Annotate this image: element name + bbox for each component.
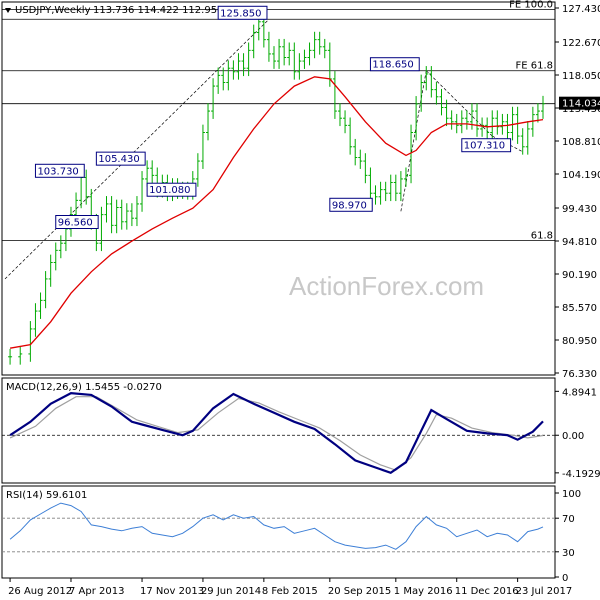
price-label-7: 107.310 [464, 141, 505, 152]
watermark: ActionForex.com [289, 271, 484, 301]
chart-canvas: USDJPY,Weekly 113.736 114.422 112.950 11… [1, 0, 600, 597]
price-y-tick-label-6: 99.430 [562, 204, 597, 215]
macd-y-tick-label-1: 0.00 [562, 431, 584, 442]
price-y-tick-label-2: 118.050 [562, 71, 600, 82]
x-tick-label-1: 7 Apr 2013 [69, 586, 124, 597]
price-y-tick-label-9: 85.570 [562, 303, 597, 314]
price-label-5: 96.560 [58, 218, 93, 229]
price-label-1: 118.650 [372, 60, 413, 71]
x-tick-label-7: 11 Dec 2016 [455, 586, 519, 597]
price-label-0: 125.850 [220, 8, 261, 19]
current-price-label: 114.034 [562, 99, 600, 110]
price-title: USDJPY,Weekly [15, 5, 91, 16]
price-label-6: 98.970 [332, 200, 367, 211]
rsi-y-tick-label-1: 70 [562, 514, 575, 525]
price-label-3: 105.430 [98, 154, 139, 165]
macd-y-tick-label-2: -4.1929 [562, 469, 600, 480]
price-y-tick-label-8: 90.190 [562, 270, 597, 281]
x-tick-label-0: 26 Aug 2012 [8, 586, 72, 597]
hline-label-0: FE 100.0 [509, 0, 553, 11]
x-tick-label-4: 8 Feb 2015 [262, 586, 318, 597]
price-label-2: 103.730 [37, 166, 78, 177]
x-tick-label-2: 17 Nov 2013 [140, 586, 204, 597]
x-tick-label-5: 20 Sep 2015 [328, 586, 391, 597]
x-tick-label-6: 1 May 2016 [394, 586, 453, 597]
price-y-tick-label-0: 127.430 [562, 4, 600, 15]
macd-y-tick-label-0: 4.8941 [562, 387, 597, 398]
rsi-y-tick-label-3: 0 [562, 573, 568, 584]
price-y-tick-label-5: 104.190 [562, 170, 600, 181]
macd-title: MACD(12,26,9) 1.5455 -0.0270 [6, 382, 162, 393]
price-y-tick-label-10: 80.950 [562, 336, 597, 347]
hline-label-4: 61.8 [531, 230, 553, 241]
price-y-tick-label-4: 108.810 [562, 137, 600, 148]
price-y-tick-label-11: 76.330 [562, 369, 597, 380]
x-tick-label-3: 29 Jun 2014 [201, 586, 261, 597]
rsi-y-tick-label-0: 100 [562, 489, 581, 500]
x-tick-label-8: 23 Jul 2017 [516, 586, 573, 597]
price-y-tick-label-7: 94.810 [562, 237, 597, 248]
price-panel [1, 1, 556, 376]
price-label-4: 101.080 [149, 185, 190, 196]
hline-label-2: FE 61.8 [515, 61, 553, 72]
price-y-tick-label-1: 122.670 [562, 38, 600, 49]
rsi-title: RSI(14) 59.6101 [6, 490, 87, 501]
rsi-y-tick-label-2: 30 [562, 548, 575, 559]
